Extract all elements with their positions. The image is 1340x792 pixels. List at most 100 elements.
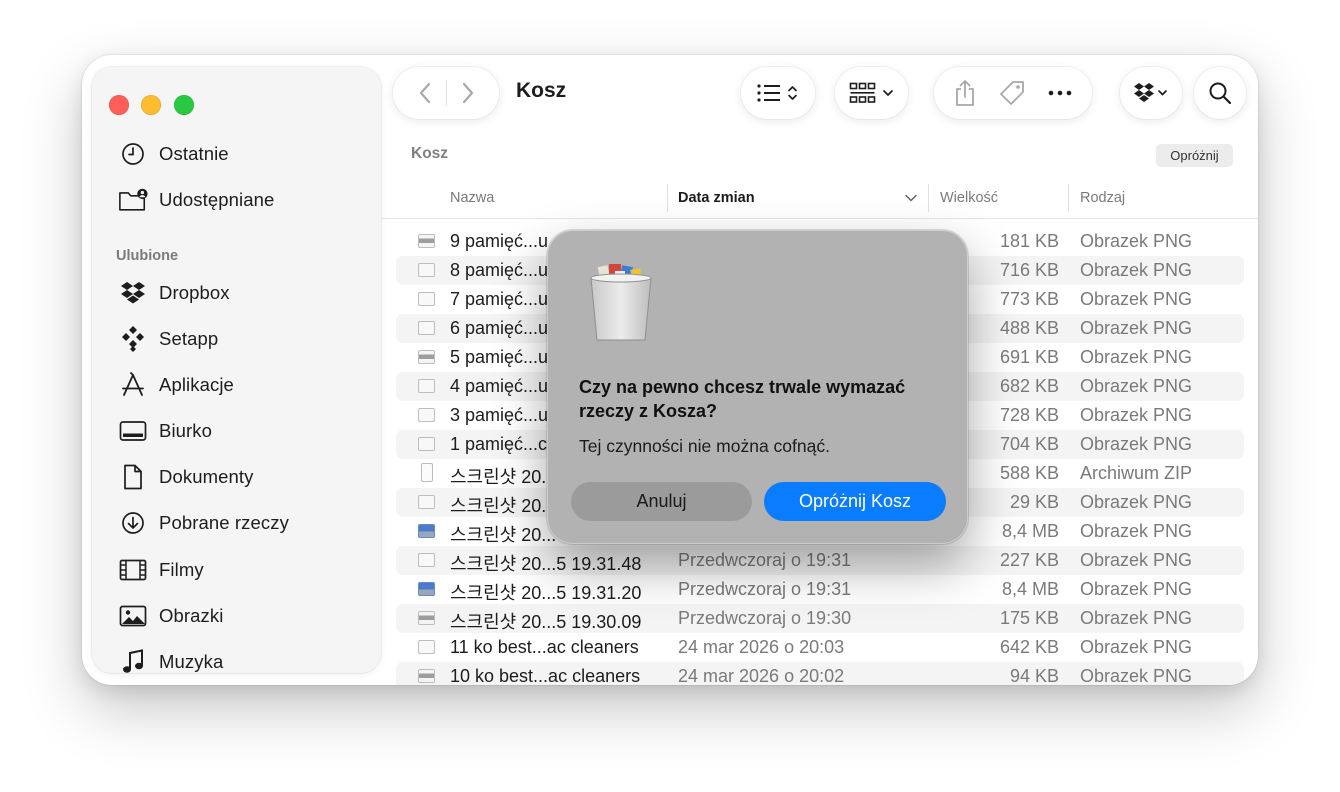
zoom-window-button[interactable] [174, 95, 194, 115]
file-kind: Obrazek PNG [1080, 318, 1193, 338]
file-name: 10 ko best...ac cleaners [450, 666, 641, 685]
window-title: Kosz [516, 79, 567, 102]
film-icon [118, 555, 148, 585]
file-size: 181 KB [999, 231, 1059, 251]
file-size: 588 KB [999, 463, 1059, 483]
grid-view-icon [849, 82, 893, 103]
cancel-button[interactable]: Anuluj [571, 482, 752, 521]
file-name: 4 pamięć...u [450, 376, 549, 396]
document-icon [118, 462, 148, 492]
file-name: 스크린샷 20...5 19.31.48 [450, 554, 642, 574]
more-actions-button[interactable] [1047, 89, 1073, 97]
toolbar-divider [445, 80, 447, 106]
sidebar-item-dropbox[interactable]: Dropbox [118, 276, 230, 310]
sidebar-item-label: Aplikacje [159, 374, 234, 395]
setapp-icon [118, 324, 148, 354]
column-header-kind[interactable]: Rodzaj [1080, 183, 1230, 213]
sidebar-item-shared[interactable]: Udostępniane [118, 183, 274, 217]
table-row[interactable]: 11 ko best...ac cleaners 24 mar 2026 o 20… [396, 633, 1244, 662]
image-file-icon [418, 611, 435, 625]
image-file-icon [418, 437, 435, 451]
action-buttons [934, 67, 1092, 119]
music-note-icon [118, 647, 148, 677]
sidebar-item-applications[interactable]: Aplikacje [118, 368, 234, 402]
navigation-controls [393, 67, 499, 119]
sidebar-item-label: Muzyka [159, 651, 224, 672]
file-name: 8 pamięć...u [450, 260, 549, 280]
sidebar-item-music[interactable]: Muzyka [118, 645, 223, 679]
column-header-date[interactable]: Data zmian [678, 183, 923, 213]
file-size: 773 KB [999, 289, 1059, 309]
back-button[interactable] [416, 81, 434, 105]
share-button[interactable] [953, 79, 977, 107]
file-kind: Obrazek PNG [1080, 521, 1193, 541]
table-row[interactable]: 스크린샷 20...5 19.31.20 Przedwczoraj o 19:31… [396, 575, 1244, 604]
sidebar-item-label: Ostatnie [159, 143, 229, 164]
image-file-icon [418, 669, 435, 683]
file-size: 716 KB [999, 260, 1059, 280]
file-kind: Obrazek PNG [1080, 260, 1193, 280]
column-header-name[interactable]: Nazwa [450, 183, 666, 213]
sidebar-section-favorites: Ulubione [116, 248, 179, 264]
empty-trash-alert: Czy na pewno chcesz trwale wymazać rzecz… [547, 230, 968, 544]
group-view-button[interactable] [835, 67, 908, 119]
image-file-icon [418, 408, 435, 422]
file-kind: Obrazek PNG [1080, 347, 1193, 367]
empty-trash-confirm-button[interactable]: Opróżnij Kosz [764, 482, 946, 521]
sidebar-item-desktop[interactable]: Biurko [118, 414, 212, 448]
sidebar-item-label: Pobrane rzeczy [159, 512, 289, 533]
close-window-button[interactable] [109, 95, 129, 115]
file-kind: Obrazek PNG [1080, 405, 1193, 425]
column-header-size[interactable]: Wielkość [940, 183, 1060, 213]
file-size: 227 KB [999, 550, 1059, 570]
forward-button[interactable] [459, 81, 477, 105]
tags-button[interactable] [998, 79, 1026, 107]
header-separator [382, 218, 1258, 219]
applications-icon [118, 370, 148, 400]
shared-folder-icon [118, 185, 148, 215]
file-size: 8,4 MB [1001, 521, 1059, 541]
file-date: 24 mar 2026 o 20:03 [678, 637, 845, 657]
sidebar-item-label: Dokumenty [159, 466, 254, 487]
file-name: 1 pamięć...c [450, 434, 548, 454]
file-date: 24 mar 2026 o 20:02 [678, 666, 845, 685]
sidebar-item-label: Udostępniane [159, 189, 275, 210]
image-file-icon [418, 292, 435, 306]
sidebar-item-downloads[interactable]: Pobrane rzeczy [118, 506, 289, 540]
sidebar-item-movies[interactable]: Filmy [118, 553, 204, 587]
sidebar-item-label: Filmy [159, 559, 204, 580]
search-button[interactable] [1194, 67, 1246, 119]
sidebar-item-setapp[interactable]: Setapp [118, 322, 218, 356]
empty-trash-button[interactable]: Opróżnij [1156, 144, 1233, 167]
image-file-icon [418, 263, 435, 277]
share-icon [955, 80, 974, 106]
column-divider[interactable] [1068, 184, 1069, 212]
table-row[interactable]: 스크린샷 20...5 19.31.48 Przedwczoraj o 19:31… [396, 546, 1244, 575]
table-row[interactable]: 스크린샷 20...5 19.30.09 Przedwczoraj o 19:30… [396, 604, 1244, 633]
sidebar-item-recents[interactable]: Ostatnie [118, 137, 229, 171]
dropbox-icon [118, 278, 148, 308]
column-divider[interactable] [928, 184, 929, 212]
ellipsis-icon [1049, 90, 1072, 96]
sidebar-item-label: Obrazki [159, 605, 224, 626]
desktop-icon [118, 416, 148, 446]
sidebar-item-documents[interactable]: Dokumenty [118, 460, 253, 494]
file-kind: Obrazek PNG [1080, 637, 1193, 657]
minimize-window-button[interactable] [141, 95, 161, 115]
file-size: 29 KB [1009, 492, 1059, 512]
file-name: 5 pamięć...u [450, 347, 549, 367]
column-divider[interactable] [667, 184, 668, 212]
dropbox-menu-button[interactable] [1120, 67, 1182, 119]
sidebar-item-label: Setapp [159, 328, 219, 349]
image-file-icon [418, 582, 435, 596]
file-size: 175 KB [999, 608, 1059, 628]
list-view-button[interactable] [741, 67, 815, 119]
sidebar: Ostatnie Udostępniane Ulubione Dropbox S… [92, 67, 381, 673]
location-title: Kosz [411, 145, 449, 162]
sidebar-item-pictures[interactable]: Obrazki [118, 599, 223, 633]
file-name: 7 pamięć...u [450, 289, 549, 309]
table-row[interactable]: 10 ko best...ac cleaners 24 mar 2026 o 20… [396, 662, 1244, 685]
search-icon [1209, 82, 1232, 105]
column-header-date-label: Data zmian [678, 190, 755, 206]
list-view-icon [757, 84, 797, 102]
